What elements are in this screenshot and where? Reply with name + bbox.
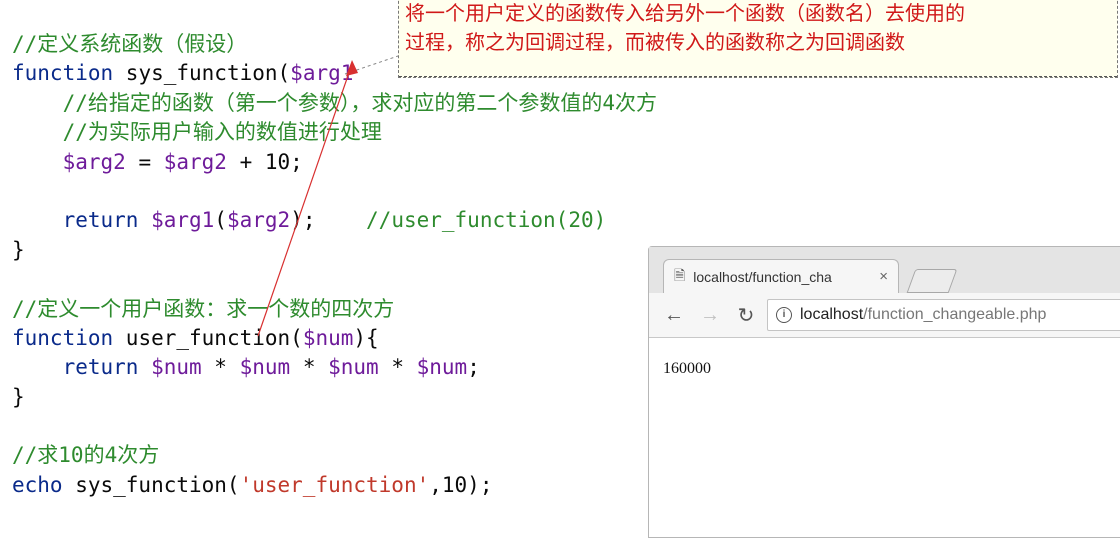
browser-toolbar: ← → ↻ i localhost /function_changeable.p… [649, 293, 1120, 338]
code-line: } [12, 383, 657, 412]
address-bar[interactable]: i localhost /function_changeable.php [767, 299, 1120, 331]
code-line: //定义一个用户函数：求一个数的四次方 [12, 295, 657, 324]
code-editor: //定义系统函数（假设） function sys_function($arg1 … [12, 30, 657, 500]
document-icon: 🗎 [674, 266, 686, 283]
code-token: $arg2 [163, 149, 227, 174]
code-token: 'user_function' [239, 472, 430, 497]
code-token: * [378, 355, 417, 380]
code-token: sys_function( [75, 472, 240, 497]
page-content: 160000 [649, 338, 1120, 537]
code-token: + 10; [226, 149, 303, 174]
code-token: * [290, 355, 329, 380]
code-token: ( [214, 208, 227, 233]
code-token: = [125, 149, 164, 174]
code-line: } [12, 236, 657, 265]
code-token: function [12, 325, 126, 350]
code-token: $num [302, 325, 354, 350]
code-token: $arg1 [290, 61, 354, 86]
code-token: return [12, 208, 152, 233]
code-token: $num [151, 355, 202, 380]
new-tab-button[interactable] [906, 269, 958, 293]
browser-window: 🗎 localhost/function_cha × ← → ↻ i local… [648, 246, 1120, 538]
code-token: //user_function(20) [366, 208, 607, 233]
code-token: //定义系统函数（假设） [12, 32, 248, 56]
code-token: ); [290, 208, 367, 233]
page-output: 160000 [663, 360, 711, 377]
code-line: $arg2 = $arg2 + 10; [12, 148, 657, 177]
code-token: ){ [353, 325, 379, 350]
code-token: sys_function( [125, 61, 291, 86]
code-token: } [12, 237, 25, 262]
code-line: //为实际用户输入的数值进行处理 [12, 118, 657, 147]
code-line: function user_function($num){ [12, 324, 657, 353]
code-token: user_function( [125, 325, 303, 350]
annotation-callout: 将一个用户定义的函数传入给另外一个函数（函数名）去使用的 过程，称之为回调过程，… [398, 0, 1118, 78]
tab-title: localhost/function_cha [693, 268, 832, 285]
code-token: //给指定的函数（第一个参数），求对应的第二个参数值的4次方 [12, 90, 657, 115]
code-line: return $num * $num * $num * $num; [12, 353, 657, 382]
code-token: $arg2 [62, 149, 126, 174]
code-token: //定义一个用户函数：求一个数的四次方 [12, 296, 395, 321]
code-token: $arg2 [226, 208, 291, 233]
code-token: echo [12, 472, 76, 497]
code-token: ,10); [429, 472, 493, 497]
url-host: localhost [800, 306, 864, 323]
code-token: $num [239, 355, 291, 380]
code-token: //为实际用户输入的数值进行处理 [12, 120, 382, 145]
code-token: $arg1 [151, 208, 215, 233]
annotation-line-1: 将一个用户定义的函数传入给另外一个函数（函数名）去使用的 [405, 1, 965, 25]
code-token: $num [328, 355, 379, 380]
forward-arrow-icon[interactable]: → [699, 304, 721, 327]
code-token: return [12, 355, 152, 380]
code-line: //求10的4次方 [12, 441, 657, 470]
code-line: //给指定的函数（第一个参数），求对应的第二个参数值的4次方 [12, 89, 657, 118]
back-arrow-icon[interactable]: ← [663, 304, 685, 327]
code-token: * [201, 355, 240, 380]
code-token: function [12, 61, 126, 86]
annotation-line-2: 过程，称之为回调过程，而被传入的函数称之为回调函数 [405, 30, 905, 54]
url-path: /function_changeable.php [863, 306, 1047, 323]
reload-icon[interactable]: ↻ [735, 303, 757, 328]
code-token: } [12, 384, 25, 409]
code-line: return $arg1($arg2); //user_function(20) [12, 206, 657, 235]
code-token: ; [467, 355, 480, 380]
code-token: //求10的4次方 [12, 443, 160, 468]
code-token: $num [416, 355, 468, 380]
close-tab-icon[interactable]: × [879, 268, 888, 285]
info-icon[interactable]: i [776, 307, 792, 323]
code-line: echo sys_function('user_function',10); [12, 471, 657, 500]
browser-tab[interactable]: 🗎 localhost/function_cha × [663, 259, 899, 293]
annotation-divider [399, 76, 1117, 77]
tab-bar: 🗎 localhost/function_cha × [649, 247, 1120, 293]
